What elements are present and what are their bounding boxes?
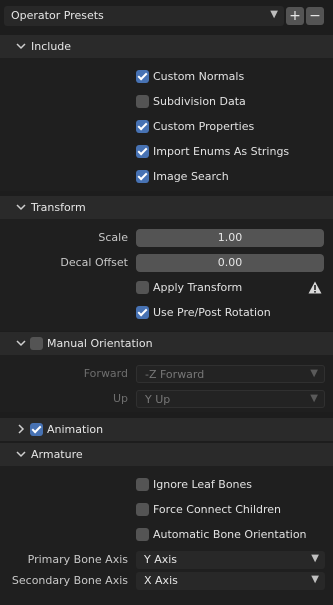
import-enums-checkbox[interactable] xyxy=(136,145,149,158)
checkbox-unchecked-icon xyxy=(136,503,149,516)
checkbox-checked-icon xyxy=(30,423,43,436)
image-search-checkbox[interactable] xyxy=(136,170,149,183)
custom-normals-checkbox[interactable] xyxy=(136,70,149,83)
use-prepost-rotation-label: Use Pre/Post Rotation xyxy=(153,306,271,319)
operator-presets-label: Operator Presets xyxy=(11,9,104,22)
forward-dropdown[interactable]: -Z Forward ▼ xyxy=(136,365,325,383)
checkbox-checked-icon xyxy=(136,145,149,158)
subdivision-data-label: Subdivision Data xyxy=(153,95,246,108)
custom-properties-label: Custom Properties xyxy=(153,120,255,133)
import-enums-label: Import Enums As Strings xyxy=(153,145,290,158)
primary-bone-axis-label: Primary Bone Axis xyxy=(27,553,128,566)
secondary-bone-axis-dropdown[interactable]: X Axis ▼ xyxy=(136,572,325,590)
apply-transform-checkbox[interactable] xyxy=(136,281,149,294)
chevron-down-icon: ▼ xyxy=(310,393,318,404)
transform-panel-title: Transform xyxy=(31,201,86,214)
custom-properties-checkbox[interactable] xyxy=(136,120,149,133)
collapse-arrow-icon xyxy=(16,451,26,458)
force-connect-children-checkbox[interactable] xyxy=(136,503,149,516)
checkbox-unchecked-icon xyxy=(136,95,149,108)
up-dropdown[interactable]: Y Up ▼ xyxy=(136,390,325,408)
transform-panel-header[interactable]: Transform xyxy=(0,196,333,219)
decal-offset-field[interactable]: 0.00 xyxy=(136,254,324,272)
add-preset-button[interactable]: + xyxy=(286,7,304,25)
ignore-leaf-bones-checkbox[interactable] xyxy=(136,478,149,491)
chevron-down-icon: ▼ xyxy=(311,553,319,564)
collapse-arrow-icon xyxy=(16,204,26,211)
animation-checkbox[interactable] xyxy=(30,423,43,436)
expand-arrow-icon xyxy=(18,424,25,434)
use-prepost-rotation-checkbox[interactable] xyxy=(136,306,149,319)
animation-panel-header[interactable]: Animation xyxy=(0,418,333,441)
up-label: Up xyxy=(112,392,128,405)
primary-bone-axis-value: Y Axis xyxy=(144,553,178,566)
animation-title: Animation xyxy=(47,423,104,436)
secondary-bone-axis-value: X Axis xyxy=(144,574,178,587)
checkbox-unchecked-icon xyxy=(30,337,43,350)
force-connect-children-label: Force Connect Children xyxy=(153,503,282,516)
collapse-arrow-icon xyxy=(16,43,26,50)
subdivision-data-checkbox[interactable] xyxy=(136,95,149,108)
manual-orientation-panel-header[interactable]: Manual Orientation xyxy=(0,332,333,355)
automatic-bone-orientation-checkbox[interactable] xyxy=(136,528,149,541)
include-panel-title: Include xyxy=(31,40,72,53)
armature-panel-title: Armature xyxy=(31,448,83,461)
manual-orientation-title: Manual Orientation xyxy=(47,337,153,350)
image-search-label: Image Search xyxy=(153,170,229,183)
include-panel-header[interactable]: Include xyxy=(0,35,333,58)
chevron-down-icon: ▼ xyxy=(310,368,318,379)
manual-orientation-checkbox[interactable] xyxy=(30,337,43,350)
checkbox-checked-icon xyxy=(136,120,149,133)
scale-field[interactable]: 1.00 xyxy=(136,229,324,247)
checkbox-unchecked-icon xyxy=(136,478,149,491)
warning-icon xyxy=(308,281,322,294)
checkbox-checked-icon xyxy=(136,306,149,319)
chevron-down-icon: ▼ xyxy=(311,574,319,585)
checkbox-checked-icon xyxy=(136,70,149,83)
up-value: Y Up xyxy=(145,393,171,406)
checkbox-checked-icon xyxy=(136,170,149,183)
secondary-bone-axis-label: Secondary Bone Axis xyxy=(11,574,128,587)
operator-presets-dropdown[interactable]: Operator Presets ▼ xyxy=(4,6,284,26)
chevron-down-icon: ▼ xyxy=(270,9,278,20)
automatic-bone-orientation-label: Automatic Bone Orientation xyxy=(153,528,307,541)
forward-value: -Z Forward xyxy=(145,368,205,381)
apply-transform-label: Apply Transform xyxy=(153,281,243,294)
decal-offset-label: Decal Offset xyxy=(60,256,128,269)
collapse-arrow-icon xyxy=(16,340,26,347)
primary-bone-axis-dropdown[interactable]: Y Axis ▼ xyxy=(136,551,325,569)
custom-normals-label: Custom Normals xyxy=(153,70,245,83)
checkbox-unchecked-icon xyxy=(136,528,149,541)
scale-label: Scale xyxy=(98,231,128,244)
ignore-leaf-bones-label: Ignore Leaf Bones xyxy=(153,478,253,491)
armature-panel-header[interactable]: Armature xyxy=(0,443,333,466)
checkbox-unchecked-icon xyxy=(136,281,149,294)
forward-label: Forward xyxy=(83,367,128,380)
remove-preset-button[interactable]: − xyxy=(306,7,324,25)
